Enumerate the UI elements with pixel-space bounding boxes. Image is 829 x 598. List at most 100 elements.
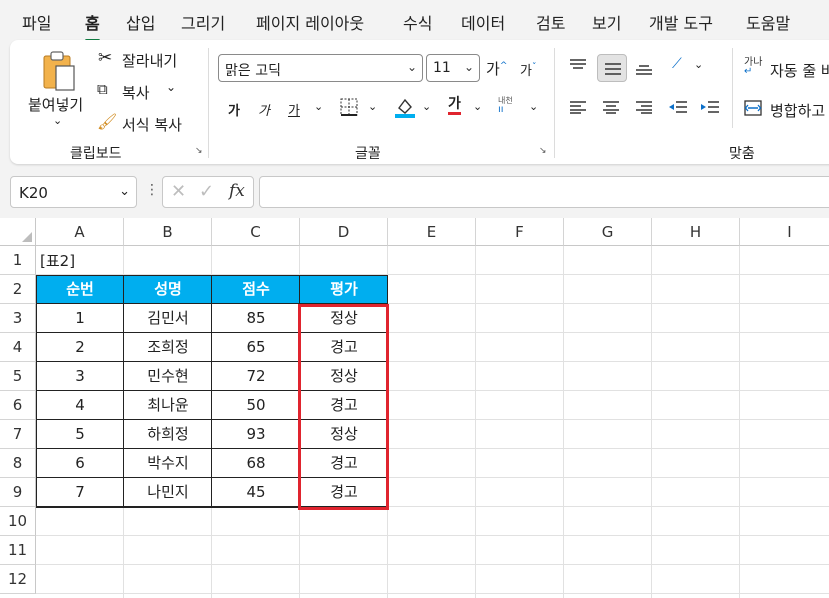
font-name-select[interactable]: 맑은 고딕 ⌄ [218, 54, 423, 82]
tab-help[interactable]: 도움말 [746, 10, 790, 34]
fill-color-dropdown-chevron-icon[interactable]: ⌄ [422, 100, 431, 113]
shrink-font-button[interactable]: 가ˇ [520, 60, 536, 79]
font-color-dropdown-chevron-icon[interactable]: ⌄ [473, 100, 482, 113]
paste-icon[interactable] [40, 50, 78, 92]
table-cell[interactable]: 민수현 [124, 362, 212, 391]
table-cell[interactable]: 65 [212, 333, 300, 362]
increase-indent-icon[interactable] [700, 100, 720, 118]
table-cell[interactable]: 4 [36, 391, 124, 420]
decrease-indent-icon[interactable] [668, 100, 688, 118]
align-middle-button[interactable] [597, 54, 627, 82]
column-header-h[interactable]: H [652, 218, 740, 246]
align-bottom-icon[interactable] [634, 62, 654, 80]
tab-data[interactable]: 데이터 [461, 10, 505, 34]
row-header-5[interactable]: 5 [0, 362, 36, 391]
column-header-d[interactable]: D [300, 218, 388, 246]
row-header-6[interactable]: 6 [0, 391, 36, 420]
table-cell[interactable]: 50 [212, 391, 300, 420]
align-left-icon[interactable] [568, 100, 588, 118]
table-cell[interactable]: 68 [212, 449, 300, 478]
formula-input[interactable] [259, 176, 829, 208]
table-cell[interactable]: 박수지 [124, 449, 212, 478]
borders-icon[interactable] [340, 98, 358, 116]
underline-dropdown-chevron-icon[interactable]: ⌄ [314, 100, 323, 113]
row-header-7[interactable]: 7 [0, 420, 36, 449]
phonetic-dropdown-chevron-icon[interactable]: ⌄ [529, 100, 538, 113]
row-header-12[interactable]: 12 [0, 565, 36, 594]
copy-dropdown-chevron-icon[interactable]: ⌄ [166, 80, 176, 94]
tab-formulas[interactable]: 수식 [403, 10, 432, 34]
cut-icon[interactable]: ✂ [98, 48, 112, 68]
paste-button[interactable]: 붙여넣기 [28, 94, 83, 115]
table-cell[interactable]: 72 [212, 362, 300, 391]
tab-review[interactable]: 검토 [536, 10, 565, 34]
select-all-button[interactable] [0, 218, 36, 246]
tab-draw[interactable]: 그리기 [181, 10, 225, 34]
tab-insert[interactable]: 삽입 [126, 10, 155, 34]
table-cell[interactable]: 김민서 [124, 304, 212, 333]
row-header-3[interactable]: 3 [0, 304, 36, 333]
tab-page-layout[interactable]: 페이지 레이아웃 [256, 10, 364, 34]
row-header-1[interactable]: 1 [0, 246, 36, 275]
column-header-f[interactable]: F [476, 218, 564, 246]
table-header-number[interactable]: 순번 [36, 275, 124, 304]
insert-function-button[interactable]: fx [229, 181, 245, 201]
table-header-name[interactable]: 성명 [124, 275, 212, 304]
table-cell[interactable]: 최나윤 [124, 391, 212, 420]
paste-dropdown-chevron-icon[interactable]: ⌄ [53, 114, 62, 127]
table-cell[interactable]: 하희정 [124, 420, 212, 449]
font-launcher-icon[interactable]: ↘ [539, 146, 549, 156]
borders-dropdown-chevron-icon[interactable]: ⌄ [368, 100, 377, 113]
column-header-b[interactable]: B [124, 218, 212, 246]
fill-color-icon[interactable] [394, 96, 416, 118]
row-header-11[interactable]: 11 [0, 536, 36, 565]
format-painter-button[interactable]: 서식 복사 [122, 114, 182, 135]
merge-center-icon[interactable] [744, 100, 762, 116]
row-header-4[interactable]: 4 [0, 333, 36, 362]
table-cell[interactable]: 6 [36, 449, 124, 478]
cut-button[interactable]: 잘라내기 [122, 50, 177, 71]
cancel-icon[interactable]: ✕ [171, 181, 186, 202]
table-cell[interactable]: 조희정 [124, 333, 212, 362]
table-cell[interactable]: 2 [36, 333, 124, 362]
italic-button[interactable]: 가 [258, 100, 270, 119]
table-cell[interactable]: 85 [212, 304, 300, 333]
tab-view[interactable]: 보기 [592, 10, 621, 34]
table-cell[interactable]: 7 [36, 478, 124, 507]
row-header-2[interactable]: 2 [0, 275, 36, 304]
clipboard-launcher-icon[interactable]: ↘ [195, 146, 205, 156]
align-center-icon[interactable] [601, 100, 621, 118]
column-header-c[interactable]: C [212, 218, 300, 246]
font-size-select[interactable]: 11 ⌄ [426, 54, 480, 82]
table-cell[interactable]: 1 [36, 304, 124, 333]
row-header-10[interactable]: 10 [0, 507, 36, 536]
worksheet-grid[interactable]: ABCDEFGHI 1 2 3 4 5 6 7 8 9 10 11 12 [표2] 순번 성명 점수 평가 1… [0, 218, 829, 598]
format-painter-icon[interactable]: 🖌 [97, 112, 117, 131]
table-cell[interactable]: 3 [36, 362, 124, 391]
copy-icon[interactable]: ⧉ [97, 80, 108, 98]
phonetic-guide-button[interactable]: 내천 ıı [498, 96, 513, 115]
table-header-evaluation[interactable]: 평가 [300, 275, 388, 304]
column-header-a[interactable]: A [36, 218, 124, 246]
table-header-score[interactable]: 점수 [212, 275, 300, 304]
row-header-8[interactable]: 8 [0, 449, 36, 478]
table-cell[interactable]: 45 [212, 478, 300, 507]
column-header-i[interactable]: I [740, 218, 829, 246]
orientation-dropdown-chevron-icon[interactable]: ⌄ [694, 58, 703, 71]
merge-center-button[interactable]: 병합하고 [770, 100, 825, 121]
confirm-icon[interactable]: ✓ [199, 181, 214, 202]
align-top-icon[interactable] [568, 58, 588, 76]
name-box[interactable]: K20 ⌄ [10, 176, 137, 208]
font-color-button[interactable]: 가 [448, 96, 461, 115]
column-header-g[interactable]: G [564, 218, 652, 246]
underline-button[interactable]: 가 [288, 100, 300, 119]
more-options-icon[interactable]: ⋮ [145, 182, 159, 198]
table-cell[interactable]: 93 [212, 420, 300, 449]
align-right-icon[interactable] [634, 100, 654, 118]
copy-button[interactable]: 복사 [122, 82, 150, 103]
tab-home[interactable]: 홈 [85, 10, 100, 42]
wrap-text-button[interactable]: 자동 줄 바 [770, 60, 829, 81]
wrap-text-icon[interactable]: 가나 ↵ [744, 58, 762, 77]
orientation-icon[interactable]: ⟋ [672, 56, 682, 72]
cell-a1[interactable]: [표2] [40, 250, 75, 271]
